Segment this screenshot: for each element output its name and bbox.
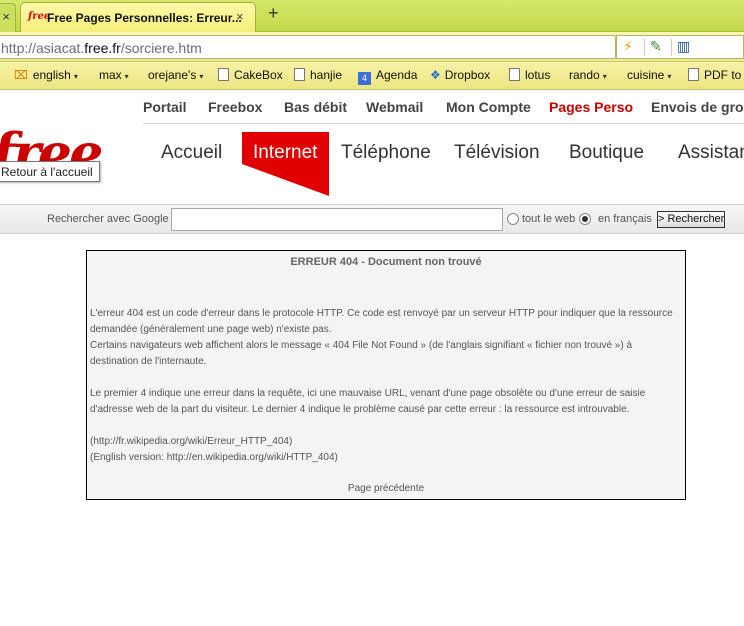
page-icon: [294, 68, 305, 81]
nav-assistance[interactable]: Assistance: [678, 142, 744, 164]
tab-bar: × free Free Pages Personnelles: Erreur..…: [0, 0, 744, 32]
bookmark-orejanes[interactable]: orejane's ▾: [148, 68, 203, 82]
tab-close-icon[interactable]: ×: [2, 9, 10, 24]
top-link-webmail[interactable]: Webmail: [366, 99, 423, 115]
bookmark-cuisine[interactable]: cuisine ▾: [627, 68, 671, 82]
radio-en-francais[interactable]: [579, 213, 591, 225]
url-bar-icons: ⚡ ✎ ▥: [616, 35, 744, 59]
error-paragraph-1: L'erreur 404 est un code d'erreur dans l…: [90, 308, 673, 335]
logo-tooltip: Retour à l'accueil: [0, 161, 100, 182]
error-paragraph-2: Certains navigateurs web affichent alors…: [90, 340, 633, 367]
tab-title: Free Pages Personnelles: Erreur...: [47, 11, 242, 25]
wikipedia-link-en[interactable]: (English version: http://en.wikipedia.or…: [90, 450, 680, 466]
bookmark-agenda[interactable]: 4 Agenda: [358, 68, 417, 85]
url-text: http://asiacat.free.fr/sorciere.htm: [1, 40, 202, 56]
bookmark-hanjie[interactable]: hanjie: [294, 68, 342, 82]
bookmarks-bar: ⌧ english ▾ max ▾ orejane's ▾ CakeBox hanjie…: [0, 62, 744, 90]
radio-tout-le-web-label: tout le web: [522, 213, 576, 225]
page-icon: [218, 68, 229, 81]
tab-close-icon[interactable]: ×: [236, 9, 244, 24]
bookmark-dropbox[interactable]: ❖ Dropbox: [430, 68, 490, 82]
dropbox-icon: ❖: [430, 68, 441, 82]
pin-icon[interactable]: ✎: [650, 38, 662, 55]
google-search-bar: Rechercher avec Google tout le web en fr…: [0, 204, 744, 234]
top-link-bas-debit[interactable]: Bas débit: [284, 99, 347, 115]
nav-television[interactable]: Télévision: [454, 142, 540, 164]
bookmark-rando[interactable]: rando ▾: [569, 68, 607, 82]
tab-previous[interactable]: ×: [0, 3, 16, 32]
tab-active[interactable]: free Free Pages Personnelles: Erreur... …: [20, 2, 256, 32]
new-tab-button[interactable]: +: [268, 3, 279, 24]
free-favicon-icon: free: [28, 11, 51, 22]
navigation-bar: http://asiacat.free.fr/sorciere.htm ⚡ ✎ …: [0, 32, 744, 62]
nav-internet[interactable]: Internet: [253, 142, 317, 164]
bookmark-pdf[interactable]: PDF to: [688, 68, 741, 82]
top-link-freebox[interactable]: Freebox: [208, 99, 262, 115]
page-icon: [688, 68, 699, 81]
top-link-mon-compte[interactable]: Mon Compte: [446, 99, 531, 115]
error-paragraph-3: Le premier 4 indique une erreur dans la …: [90, 388, 646, 415]
bookmark-max[interactable]: max ▾: [99, 68, 129, 82]
book-icon[interactable]: ▥: [677, 38, 690, 55]
calendar-icon: 4: [358, 72, 371, 85]
url-field[interactable]: http://asiacat.free.fr/sorciere.htm: [0, 35, 616, 59]
radio-en-francais-label: en français: [598, 213, 652, 225]
nav-telephone[interactable]: Téléphone: [341, 142, 431, 164]
wikipedia-link-fr[interactable]: (http://fr.wikipedia.org/wiki/Erreur_HTT…: [90, 434, 680, 450]
bookmark-lotus[interactable]: lotus: [509, 68, 550, 82]
page-icon: [509, 68, 520, 81]
search-input[interactable]: [171, 208, 503, 231]
bookmark-english[interactable]: ⌧ english ▾: [14, 68, 78, 82]
nav-accueil[interactable]: Accueil: [161, 142, 222, 164]
top-link-portail[interactable]: Portail: [143, 99, 187, 115]
previous-page-link[interactable]: Page précédente: [87, 483, 685, 494]
top-link-envois[interactable]: Envois de gros: [651, 99, 744, 115]
top-link-pages-perso[interactable]: Pages Perso: [549, 99, 633, 115]
radio-tout-le-web[interactable]: [507, 213, 519, 225]
header-divider: [143, 123, 744, 124]
search-button[interactable]: > Rechercher: [657, 211, 725, 228]
error-box: ERREUR 404 - Document non trouvé L'erreu…: [86, 250, 686, 500]
nav-boutique[interactable]: Boutique: [569, 142, 644, 164]
rss-icon: ⌧: [14, 68, 28, 82]
lightning-icon[interactable]: ⚡: [623, 38, 633, 55]
error-title: ERREUR 404 - Document non trouvé: [290, 256, 482, 268]
main-nav: Accueil Téléphone Télévision Boutique As…: [0, 128, 744, 200]
bookmark-cakebox[interactable]: CakeBox: [218, 68, 283, 82]
search-label: Rechercher avec Google: [47, 213, 169, 225]
